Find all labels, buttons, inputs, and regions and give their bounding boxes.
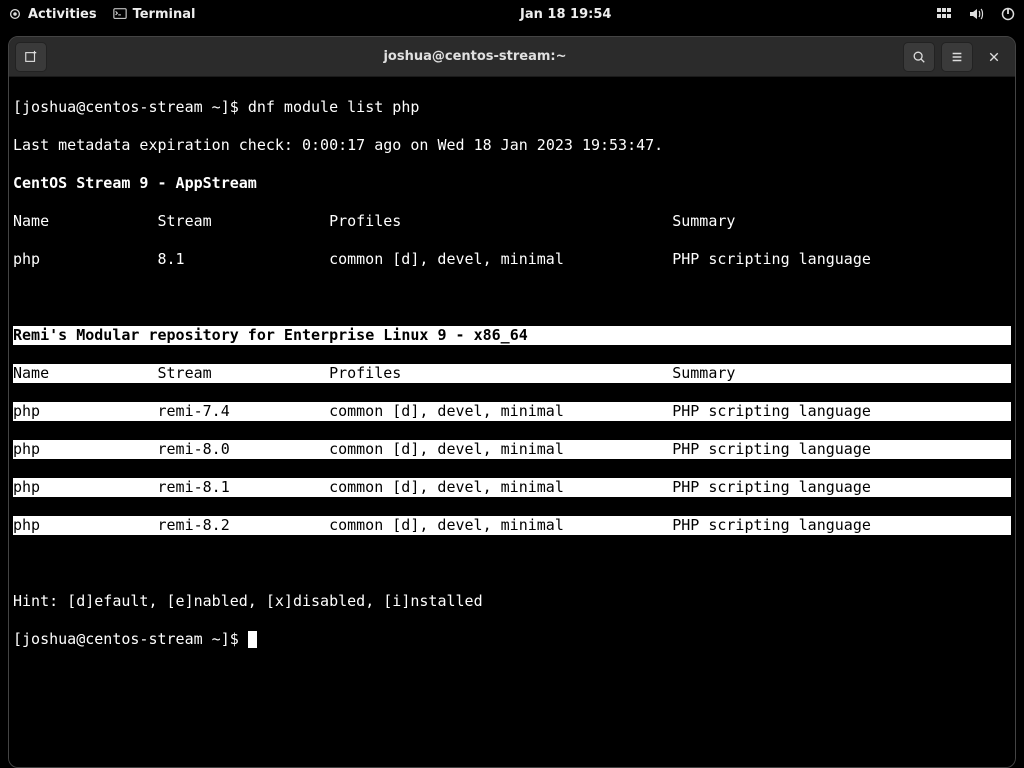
table-row: phpremi-7.4common [d], devel, minimalPHP… [13,402,1011,421]
command: dnf module list php [248,98,420,116]
clock-label: Jan 18 19:54 [520,7,611,22]
gnome-topbar: Activities Terminal Jan 18 19:54 [0,0,1024,28]
col-name: Name [13,212,157,231]
clock[interactable]: Jan 18 19:54 [195,7,936,22]
terminal-icon [113,7,127,21]
table-row: phpremi-8.0common [d], devel, minimalPHP… [13,440,1011,459]
table-header: NameStreamProfilesSummary [13,212,1011,231]
col-stream: Stream [157,212,329,231]
close-button[interactable] [979,42,1009,72]
new-tab-icon [24,50,38,64]
repo-title-selected: Remi's Modular repository for Enterprise… [13,326,1011,345]
table-row: phpremi-8.1common [d], devel, minimalPHP… [13,478,1011,497]
activities-label: Activities [28,7,97,22]
power-icon [1000,6,1016,22]
table-row: phpremi-8.2common [d], devel, minimalPHP… [13,516,1011,535]
table-header: NameStreamProfilesSummary [13,364,1011,383]
system-status-area[interactable] [936,6,1016,22]
hint-line: Hint: [d]efault, [e]nabled, [x]disabled,… [13,592,1011,611]
close-icon [988,51,1000,63]
col-summary: Summary [672,212,735,231]
cursor [248,631,257,648]
col-profiles: Profiles [329,212,672,231]
activities-button[interactable]: Activities [8,7,97,22]
hamburger-icon [950,50,964,64]
table-row: php8.1common [d], devel, minimalPHP scri… [13,250,1011,269]
window-titlebar: joshua@centos-stream:~ [9,37,1015,77]
new-tab-button[interactable] [15,42,47,72]
network-icon [936,6,952,22]
menu-button[interactable] [941,42,973,72]
terminal-window: joshua@centos-stream:~ [joshua@centos-st… [8,36,1016,768]
app-menu-label: Terminal [133,7,196,22]
prompt: [joshua@centos-stream ~]$ [13,630,248,648]
window-title: joshua@centos-stream:~ [53,49,897,64]
app-menu-button[interactable]: Terminal [113,7,196,22]
repo-title: CentOS Stream 9 - AppStream [13,174,1011,193]
search-icon [912,50,926,64]
activities-icon [8,7,22,21]
volume-icon [968,6,984,22]
prompt: [joshua@centos-stream ~]$ [13,98,248,116]
search-button[interactable] [903,42,935,72]
output-line: Last metadata expiration check: 0:00:17 … [13,136,1011,155]
terminal-body[interactable]: [joshua@centos-stream ~]$ dnf module lis… [9,77,1015,767]
